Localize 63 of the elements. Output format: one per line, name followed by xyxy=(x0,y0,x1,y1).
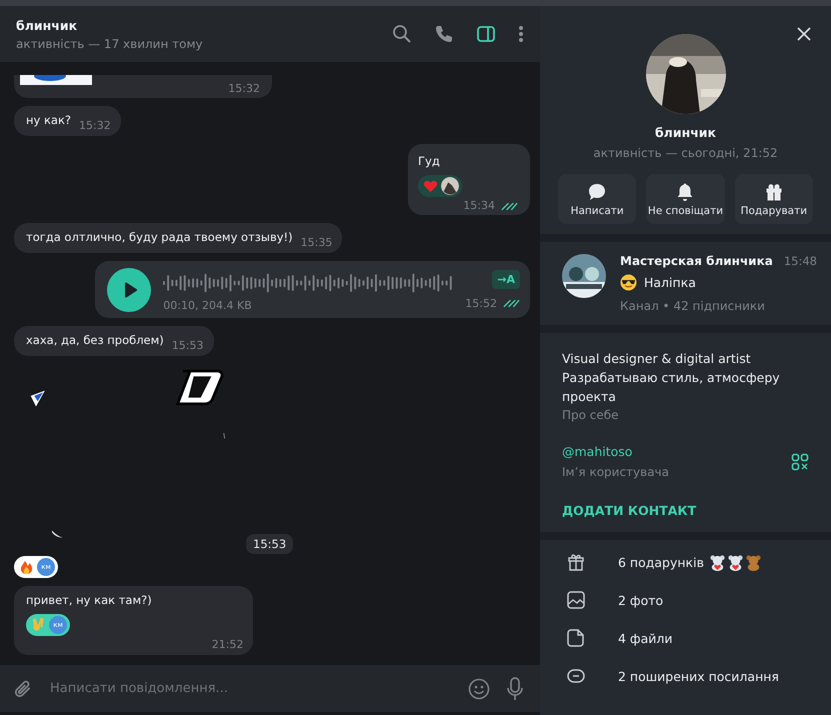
fire-icon xyxy=(19,560,34,575)
microphone-icon[interactable] xyxy=(506,676,524,700)
profile-action-button[interactable]: Не сповіщати xyxy=(646,174,725,224)
media-label: 2 поширених посилання xyxy=(618,668,779,684)
sidebar-toggle-icon[interactable] xyxy=(476,24,496,44)
more-icon[interactable] xyxy=(518,24,524,44)
message-time: 21:52 xyxy=(212,638,244,651)
reaction-chip[interactable] xyxy=(418,175,462,198)
message-input[interactable]: Написати повідомлення... xyxy=(50,677,452,700)
channel-last-post: Наліпка xyxy=(644,275,696,290)
message-text: ну как? xyxy=(26,112,72,130)
message-time: 15:53 xyxy=(246,534,294,554)
profile-status: активність — сьогодні, 21:52 xyxy=(593,146,778,160)
qr-code-icon[interactable] xyxy=(791,452,809,470)
channel-name[interactable]: Мастерская блинчика xyxy=(620,254,773,268)
message-text: привет, ну как там?) xyxy=(26,592,152,610)
media-label: 2 фото xyxy=(618,592,664,608)
media-item[interactable]: 2 поширених посилання xyxy=(566,666,809,686)
plush-bear-icon xyxy=(708,554,726,570)
profile-name: блинчик xyxy=(654,125,716,140)
chat-title: блинчик xyxy=(16,18,78,32)
chat-status: активність — 17 хвилин тому xyxy=(16,36,204,50)
message-time: 15:53 xyxy=(172,338,204,352)
search-icon[interactable] xyxy=(392,24,412,44)
message-time: 15:32 xyxy=(228,82,260,96)
channel-time: 15:48 xyxy=(784,254,817,268)
username-label: Ім’я користувача xyxy=(562,465,670,479)
chat-bubble-icon xyxy=(587,182,608,202)
message-time: 15:35 xyxy=(300,236,332,250)
heart-icon xyxy=(423,178,438,194)
close-icon[interactable] xyxy=(797,27,811,41)
play-icon xyxy=(124,282,138,298)
plush-bear-icon xyxy=(726,554,744,570)
voice-info: 00:10, 204.4 KB xyxy=(163,299,253,312)
sunglasses-face-icon xyxy=(620,274,637,291)
username-link[interactable]: @mahitoso xyxy=(562,444,670,459)
media-item[interactable]: 4 файли xyxy=(566,628,809,648)
image-icon xyxy=(566,590,586,610)
message-time: 15:32 xyxy=(79,119,111,132)
phone-icon[interactable] xyxy=(434,24,454,44)
play-button[interactable] xyxy=(107,268,152,312)
message-text: хаха, да, без проблем) xyxy=(26,332,164,350)
bio-text: Visual designer & digital artist Разрабатываю стиль, атмосферу проекта xyxy=(562,350,781,406)
teddy-bear-icon xyxy=(744,554,762,570)
media-item[interactable]: 6 подарунків xyxy=(566,552,809,572)
gift-icon xyxy=(566,552,586,572)
transcribe-button[interactable]: →A xyxy=(492,270,520,289)
message-text: Гуд xyxy=(418,153,440,170)
media-item[interactable]: 2 фото xyxy=(566,590,809,610)
message-text: тогда олтлично, буду рада твоему отзыву!) xyxy=(26,229,293,246)
profile-action-button[interactable]: Подарувати xyxy=(734,174,813,224)
message-composer[interactable]: Написати повідомлення... xyxy=(0,665,540,712)
profile-action-button[interactable]: Написати xyxy=(558,174,636,224)
file-icon xyxy=(566,628,586,648)
media-label: 6 подарунків xyxy=(618,554,704,570)
channel-info: Канал • 42 підписники xyxy=(620,299,766,313)
add-contact-button[interactable]: ДОДАТИ КОНТАКТ xyxy=(562,503,696,518)
media-label: 4 файли xyxy=(618,630,673,646)
message-time: 15:34 xyxy=(463,199,495,212)
message-time: 15:52 xyxy=(465,296,497,310)
emoji-icon[interactable] xyxy=(468,678,490,700)
gift-icon xyxy=(764,182,784,202)
bio-label: Про себе xyxy=(562,408,620,422)
